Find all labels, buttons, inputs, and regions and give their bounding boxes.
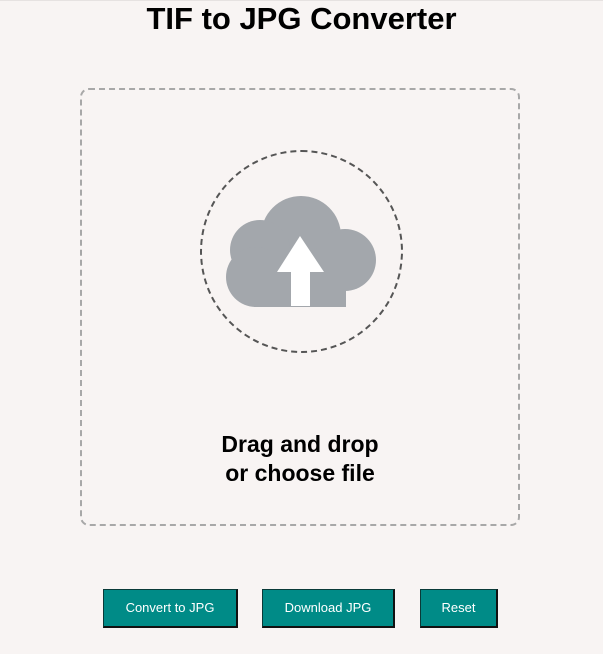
download-jpg-button[interactable]: Download JPG xyxy=(262,589,395,628)
drop-text-line1: Drag and drop xyxy=(221,431,379,457)
convert-to-jpg-button[interactable]: Convert to JPG xyxy=(103,589,238,628)
page-title: TIF to JPG Converter xyxy=(146,1,457,36)
drop-instructions[interactable]: Drag and drop or choose file xyxy=(80,430,520,488)
cloud-upload-icon xyxy=(226,196,376,307)
reset-button[interactable]: Reset xyxy=(420,589,498,628)
choose-file-text[interactable]: or choose file xyxy=(80,459,520,488)
